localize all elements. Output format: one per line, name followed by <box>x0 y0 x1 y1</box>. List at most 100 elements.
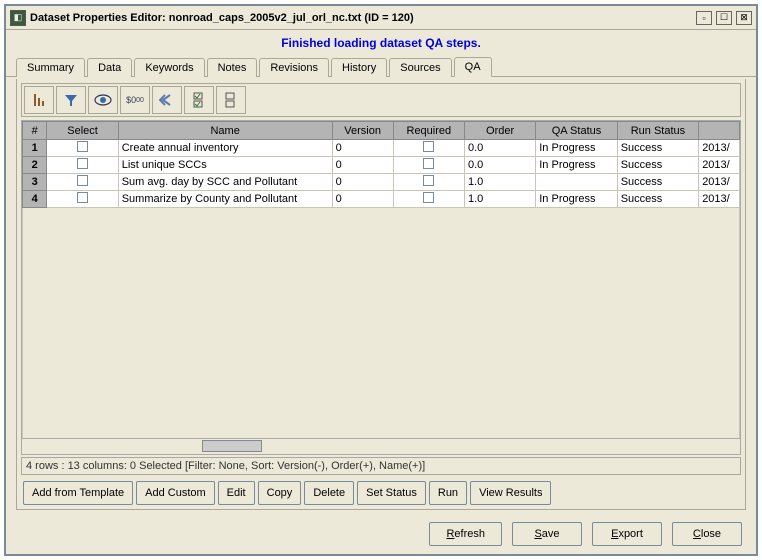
qa-status-cell <box>536 174 617 191</box>
table-row[interactable]: 3 Sum avg. day by SCC and Pollutant0 1.0 Su… <box>23 174 740 191</box>
row-number: 4 <box>23 191 47 208</box>
row-number: 2 <box>23 157 47 174</box>
checkbox-icon[interactable] <box>77 192 88 203</box>
delete-button[interactable]: Delete <box>304 481 354 505</box>
iconify-button[interactable]: ▫ <box>696 11 712 25</box>
order-cell: 1.0 <box>464 191 535 208</box>
col-select[interactable]: Select <box>47 122 118 140</box>
tabs-row: Summary Data Keywords Notes Revisions Hi… <box>6 56 756 77</box>
app-icon: ◧ <box>10 10 26 26</box>
qa-table: # Select Name Version Required Order QA … <box>21 120 741 455</box>
refresh-button[interactable]: Refresh <box>429 522 502 546</box>
date-cell: 2013/ <box>699 140 740 157</box>
close-window-button[interactable]: ⊠ <box>736 11 752 25</box>
checkbox-icon[interactable] <box>423 158 434 169</box>
qa-status-cell: In Progress <box>536 157 617 174</box>
row-number: 1 <box>23 140 47 157</box>
date-cell: 2013/ <box>699 174 740 191</box>
tab-revisions[interactable]: Revisions <box>259 58 329 77</box>
window-title: Dataset Properties Editor: nonroad_caps_… <box>30 12 696 24</box>
tab-qa[interactable]: QA <box>454 57 492 77</box>
filter-button[interactable] <box>56 86 86 114</box>
select-cell[interactable] <box>47 191 118 208</box>
col-qa-status[interactable]: QA Status <box>536 122 617 140</box>
horizontal-scrollbar[interactable] <box>22 438 740 454</box>
maximize-button[interactable]: ☐ <box>716 11 732 25</box>
row-number: 3 <box>23 174 47 191</box>
col-date[interactable] <box>699 122 740 140</box>
status-message: Finished loading dataset QA steps. <box>6 30 756 56</box>
select-cell[interactable] <box>47 174 118 191</box>
col-name[interactable]: Name <box>118 122 332 140</box>
close-button[interactable]: Close <box>672 522 742 546</box>
required-cell[interactable] <box>393 140 464 157</box>
add-custom-button[interactable]: Add Custom <box>136 481 215 505</box>
checkbox-icon[interactable] <box>423 192 434 203</box>
table-empty-area <box>22 208 740 438</box>
tab-history[interactable]: History <box>331 58 387 77</box>
order-cell: 1.0 <box>464 174 535 191</box>
select-all-button[interactable] <box>184 86 214 114</box>
name-cell: List unique SCCs <box>118 157 332 174</box>
select-cell[interactable] <box>47 157 118 174</box>
tab-keywords[interactable]: Keywords <box>134 58 204 77</box>
save-button[interactable]: Save <box>512 522 582 546</box>
version-cell: 0 <box>332 157 393 174</box>
edit-button[interactable]: Edit <box>218 481 255 505</box>
run-button[interactable]: Run <box>429 481 467 505</box>
tab-data[interactable]: Data <box>87 58 132 77</box>
tab-notes[interactable]: Notes <box>207 58 258 77</box>
required-cell[interactable] <box>393 191 464 208</box>
table-row[interactable]: 2 List unique SCCs0 0.0In ProgressSuccess2… <box>23 157 740 174</box>
sort-button[interactable] <box>24 86 54 114</box>
run-status-cell: Success <box>617 140 698 157</box>
col-version[interactable]: Version <box>332 122 393 140</box>
export-button[interactable]: Export <box>592 522 662 546</box>
table-toolbar: $000 <box>21 83 741 117</box>
view-button[interactable] <box>88 86 118 114</box>
checkbox-icon[interactable] <box>77 141 88 152</box>
tab-sources[interactable]: Sources <box>389 58 451 77</box>
run-status-cell: Success <box>617 174 698 191</box>
order-cell: 0.0 <box>464 157 535 174</box>
checkbox-icon[interactable] <box>423 141 434 152</box>
run-status-cell: Success <box>617 191 698 208</box>
set-status-button[interactable]: Set Status <box>357 481 426 505</box>
version-cell: 0 <box>332 140 393 157</box>
qa-buttons-row: Add from Template Add Custom Edit Copy D… <box>21 481 741 505</box>
tab-content-qa: $000 # Select Name Version Req <box>16 79 746 510</box>
dialog-buttons: Refresh Save Export Close <box>6 516 756 554</box>
table-status-bar: 4 rows : 13 columns: 0 Selected [Filter:… <box>21 457 741 475</box>
required-cell[interactable] <box>393 174 464 191</box>
date-cell: 2013/ <box>699 157 740 174</box>
version-cell: 0 <box>332 191 393 208</box>
add-from-template-button[interactable]: Add from Template <box>23 481 133 505</box>
checkbox-icon[interactable] <box>423 175 434 186</box>
copy-button[interactable]: Copy <box>258 481 302 505</box>
select-cell[interactable] <box>47 140 118 157</box>
view-results-button[interactable]: View Results <box>470 481 551 505</box>
table-row[interactable]: 4 Summarize by County and Pollutant0 1.0In… <box>23 191 740 208</box>
name-cell: Summarize by County and Pollutant <box>118 191 332 208</box>
qa-status-cell: In Progress <box>536 191 617 208</box>
checkbox-icon[interactable] <box>77 158 88 169</box>
clear-selection-button[interactable] <box>216 86 246 114</box>
title-bar: ◧ Dataset Properties Editor: nonroad_cap… <box>6 6 756 30</box>
table-row[interactable]: 1 Create annual inventory0 0.0In ProgressS… <box>23 140 740 157</box>
col-order[interactable]: Order <box>464 122 535 140</box>
checkbox-icon[interactable] <box>77 175 88 186</box>
date-cell: 2013/ <box>699 191 740 208</box>
order-cell: 0.0 <box>464 140 535 157</box>
col-required[interactable]: Required <box>393 122 464 140</box>
col-run-status[interactable]: Run Status <box>617 122 698 140</box>
tab-summary[interactable]: Summary <box>16 58 85 77</box>
col-num[interactable]: # <box>23 122 47 140</box>
reset-button[interactable] <box>152 86 182 114</box>
qa-status-cell: In Progress <box>536 140 617 157</box>
name-cell: Sum avg. day by SCC and Pollutant <box>118 174 332 191</box>
required-cell[interactable] <box>393 157 464 174</box>
name-cell: Create annual inventory <box>118 140 332 157</box>
run-status-cell: Success <box>617 157 698 174</box>
version-cell: 0 <box>332 174 393 191</box>
format-button[interactable]: $000 <box>120 86 150 114</box>
